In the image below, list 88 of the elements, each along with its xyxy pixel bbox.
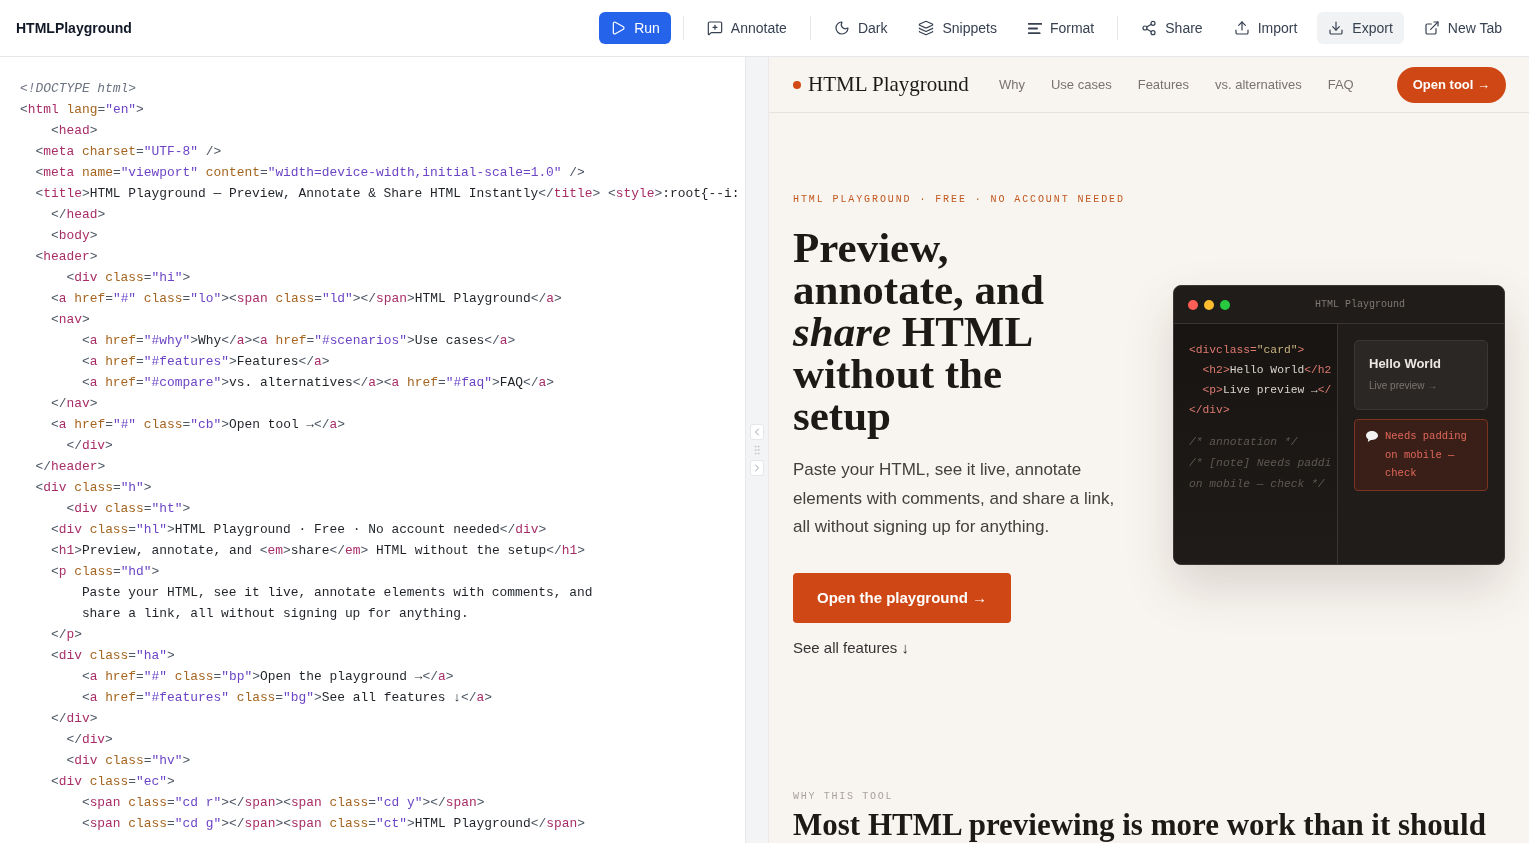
code-line: <a href="#" class="cb">Open tool →</a> (50, 417, 346, 432)
drag-handle-icon[interactable] (751, 444, 763, 456)
annotate-button[interactable]: Annotate (695, 12, 798, 44)
code-line: <p>Live preview →</ (1202, 384, 1332, 397)
code-line: <head> (50, 123, 98, 138)
brand-name: HTML Playground (808, 72, 969, 97)
code-line: <h1>Preview, annotate, and <em>share</em> HTML without the setup</h1> (50, 543, 585, 558)
code-line: </p> (50, 627, 82, 642)
code-line: <!DOCTYPE html> (20, 81, 137, 96)
annotation-text: Needs padding on mobile — check (1385, 429, 1468, 482)
code-line: <div class="h"> (35, 480, 152, 495)
code-line: <html lang="en"> (20, 102, 144, 117)
code-line: share a link, all without signing up for anything. (81, 606, 469, 621)
export-button[interactable]: Export (1317, 12, 1404, 44)
new-tab-button[interactable]: New Tab (1412, 12, 1513, 44)
download-icon (1328, 20, 1345, 36)
code-line: <header> (35, 249, 98, 264)
code-line: <div class="ht"> (66, 501, 191, 516)
import-button[interactable]: Import (1222, 12, 1309, 44)
app-logo: HTMLPlayground (16, 20, 132, 36)
external-link-icon (1423, 20, 1440, 36)
hero-heading: Preview, annotate, and share HTML without the setup (793, 227, 1045, 437)
collapse-left-button[interactable] (750, 424, 764, 440)
nav-link[interactable]: FAQ (1327, 77, 1354, 92)
code-line: <span class="cd g"></span><span class="ct">HTML Playground</span> (81, 816, 585, 831)
code-line: <a href="#features" class="bg">See all features ↓</a> (81, 690, 493, 705)
code-line: </nav> (50, 396, 98, 411)
code-line: <a href="#" class="lo"><span class="ld"></span>HTML Playground</a> (50, 291, 562, 306)
code-line: </head> (50, 207, 106, 222)
code-line: <div class="hv"> (66, 753, 191, 768)
code-line: <nav> (50, 312, 90, 327)
window-dot-icon (1220, 299, 1230, 310)
section-heading: Most HTML previewing is more work than it should (793, 809, 1486, 840)
code-line: </div> (66, 732, 113, 747)
card-title: Hello World (1369, 356, 1441, 372)
collapse-right-button[interactable] (750, 460, 764, 476)
section-eyebrow: WHY THIS TOOL (793, 789, 894, 804)
speech-bubble-icon (1366, 431, 1378, 443)
snippets-button[interactable]: Snippets (907, 12, 1008, 44)
features-link[interactable]: See all features ↓ (793, 637, 909, 658)
mockup-title: HTML Playground (1315, 299, 1405, 311)
window-dot-icon (1188, 299, 1198, 310)
brand-dot-icon (793, 80, 801, 89)
play-icon (610, 20, 627, 36)
moon-icon (833, 20, 850, 36)
nav-link[interactable]: Why (999, 77, 1025, 92)
nav-link[interactable]: Features (1137, 77, 1189, 92)
code-line: <divclass="card"> (1189, 344, 1305, 357)
card-subtitle: Live preview → (1369, 380, 1438, 392)
code-line: Paste your HTML, see it live, annotate elements with comments, and (81, 585, 593, 600)
code-line: <meta name="viewport" content="width=device-width,initial-scale=1.0" /> (35, 165, 585, 180)
window-dot-icon (1204, 299, 1214, 310)
code-comment: on mobile — check */ (1189, 478, 1325, 491)
nav-link[interactable]: Use cases (1051, 77, 1112, 92)
code-line: <title>HTML Playground — Preview, Annotate & Share HTML Instantly</title> <style>:root{--i: (35, 186, 740, 201)
code-line: <h2>Hello World</h2 (1202, 364, 1332, 377)
code-line: <a href="#" class="bp">Open the playground →</a> (81, 669, 454, 684)
code-line: </div> (50, 711, 98, 726)
code-line: </div> (1189, 404, 1230, 417)
hero-description: Paste your HTML, see it live, annotate elements with comments, and share a link, all without signing up for anything. (793, 459, 1116, 538)
code-line: <div class="ec"> (50, 774, 175, 789)
code-line: <meta charset="UTF-8" /> (35, 144, 222, 159)
code-line: <div class="hl">HTML Playground · Free · No account needed</div> (50, 522, 547, 537)
layers-icon (918, 20, 935, 36)
code-comment: /* annotation */ (1189, 436, 1298, 449)
lines-icon (1027, 22, 1042, 34)
code-line: <body> (50, 228, 98, 243)
dark-mode-button[interactable]: Dark (822, 12, 899, 44)
upload-icon (1233, 20, 1250, 36)
hero-eyebrow: HTML PLAYGROUND · FREE · NO ACCOUNT NEEDED (793, 193, 1125, 207)
run-button[interactable]: Run (599, 12, 671, 44)
open-tool-button[interactable]: Open tool → (1396, 66, 1506, 103)
code-line: </header> (35, 459, 106, 474)
code-line: <div class="hi"> (66, 270, 191, 285)
code-line: <div class="ha"> (50, 648, 175, 663)
nav-link[interactable]: vs. alternatives (1215, 77, 1302, 92)
code-line: <span class="cd r"></span><span class="cd y"></span> (81, 795, 485, 810)
code-line: </div> (66, 438, 113, 453)
code-line: <a href="#compare">vs. alternatives</a><a href="#faq">FAQ</a> (81, 375, 555, 390)
comment-plus-icon (706, 20, 723, 36)
format-button[interactable]: Format (1016, 12, 1106, 44)
code-line: <a href="#features">Features</a> (81, 354, 330, 369)
code-line: <a href="#why">Why</a><a href="#scenarios">Use cases</a> (81, 333, 516, 348)
code-comment: /* [note] Needs paddi (1189, 457, 1332, 470)
open-playground-button[interactable]: Open the playground → (793, 572, 1011, 623)
code-line: <p class="hd"> (50, 564, 160, 579)
share-button[interactable]: Share (1130, 12, 1214, 44)
share-icon (1141, 20, 1158, 36)
